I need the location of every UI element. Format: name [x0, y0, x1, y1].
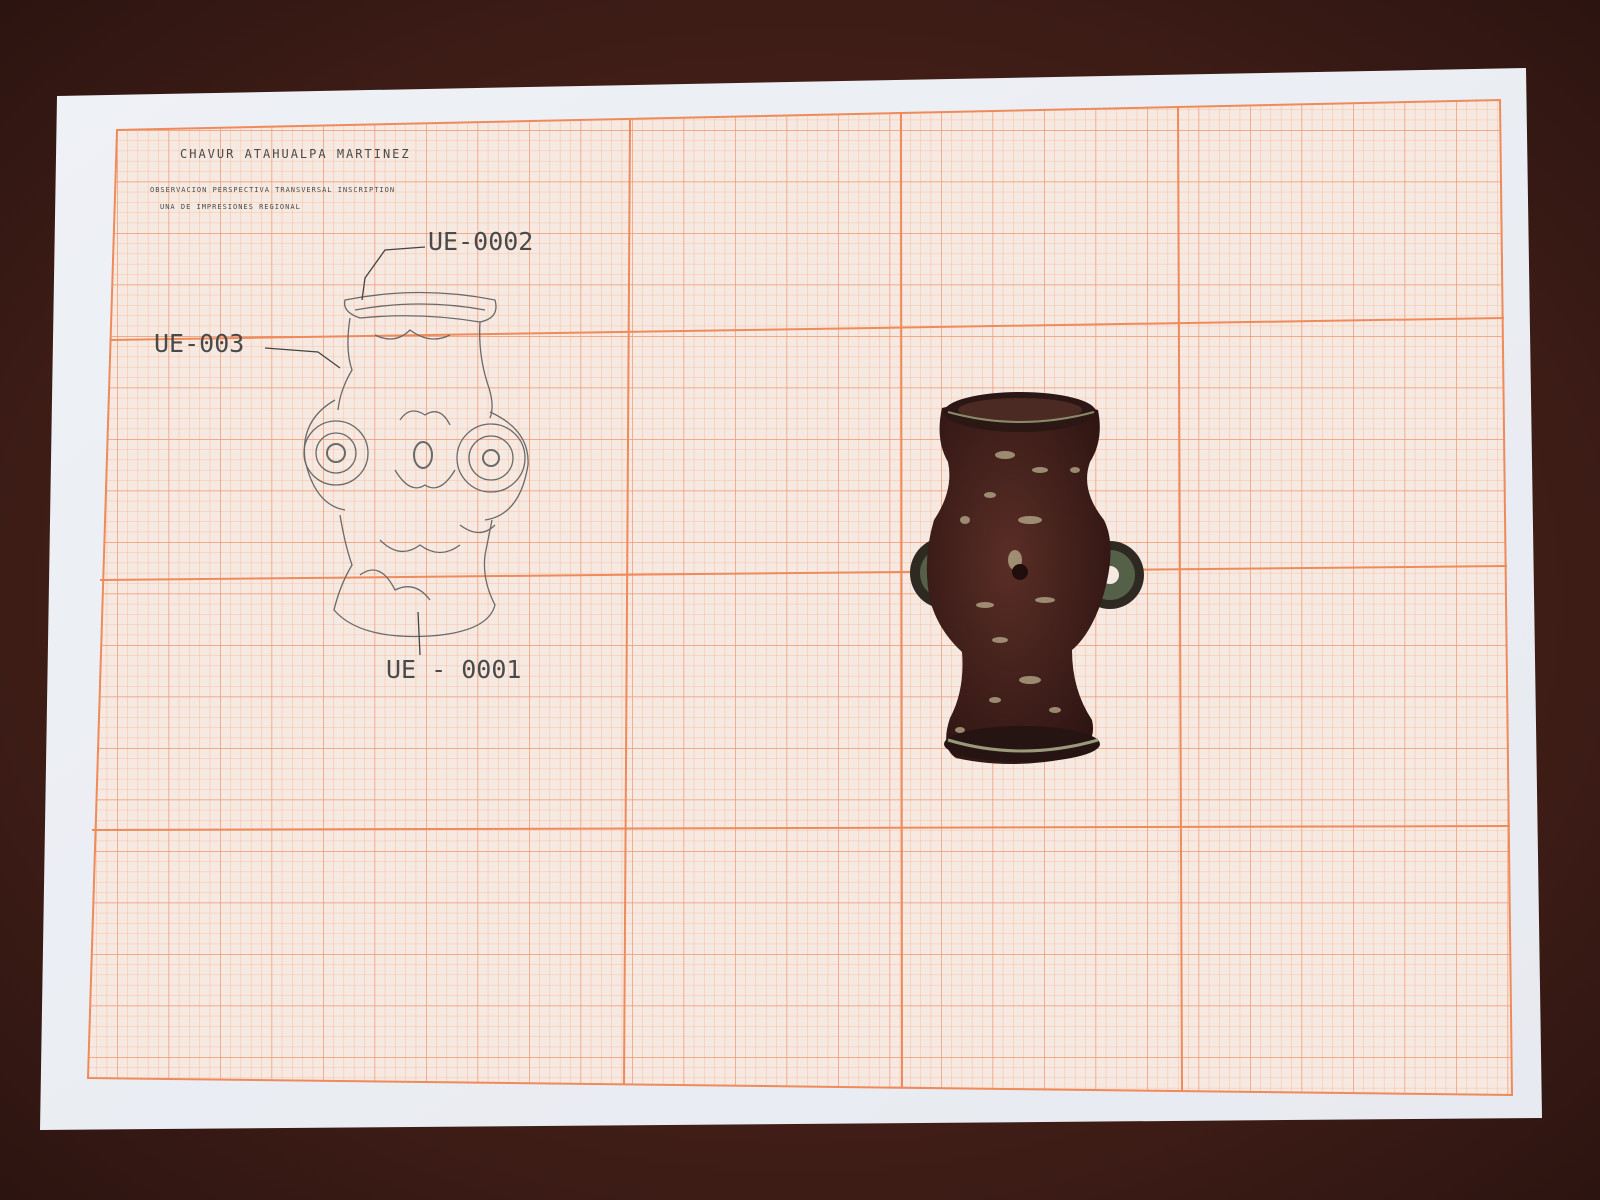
graph-paper-area	[86, 98, 1514, 1097]
label-ue-003: UE-003	[154, 329, 244, 358]
label-ue-0002: UE-0002	[428, 227, 533, 256]
note-line-2: UNA DE IMPRESIONES REGIONAL	[160, 203, 301, 211]
label-ue-0001: UE - 0001	[386, 655, 521, 684]
photo-scene: CHAVUR ATAHUALPA MARTINEZ OBSERVACION PE…	[40, 68, 1542, 1130]
author-name: CHAVUR ATAHUALPA MARTINEZ	[180, 147, 411, 161]
note-line-1: OBSERVACION PERSPECTIVA TRANSVERSAL INSC…	[150, 186, 395, 194]
